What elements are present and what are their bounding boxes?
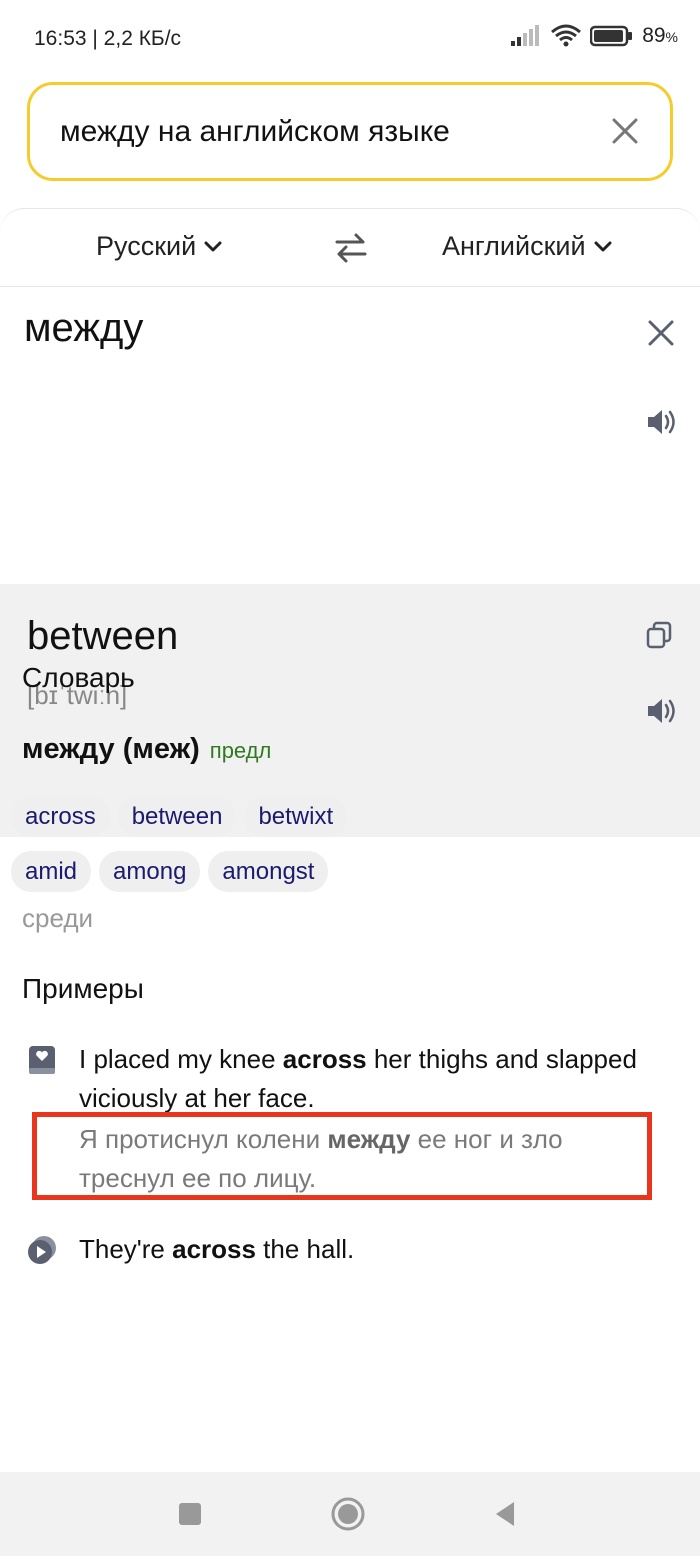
dictionary-entry: между (меж) предл <box>22 733 271 766</box>
status-time-speed: 16:53 | 2,2 КБ/с <box>34 27 182 50</box>
back-icon[interactable] <box>488 1496 524 1532</box>
language-bar: Русский Английский <box>0 209 700 287</box>
book-icon <box>29 1046 55 1074</box>
battery-level: 89% <box>642 24 678 47</box>
translation-chip[interactable]: amongst <box>208 851 329 892</box>
translation-chip[interactable]: across <box>11 796 110 837</box>
entry-word: между (меж) <box>22 733 200 765</box>
status-bar: 16:53 | 2,2 КБ/с 89% <box>0 0 700 80</box>
examples-heading: Примеры <box>22 973 144 1004</box>
target-language-label: Английский <box>442 231 586 261</box>
speaker-icon[interactable] <box>646 697 678 725</box>
example-english: They're across the hall. <box>79 1234 355 1264</box>
translation-chip[interactable]: among <box>99 851 201 892</box>
translation-chips: across between betwixt <box>11 796 348 837</box>
dictionary-heading: Словарь <box>22 662 135 693</box>
chevron-down-icon <box>594 241 612 251</box>
example-russian: Я протиснул колени между ее ног и зло тр… <box>79 1124 563 1193</box>
recent-apps-icon[interactable] <box>172 1496 208 1532</box>
video-icon <box>28 1236 56 1264</box>
target-language-select[interactable]: Английский <box>442 231 612 262</box>
example-english: I placed my knee across her thighs and s… <box>79 1044 637 1113</box>
meaning-note: среди <box>22 903 94 933</box>
source-text-input[interactable]: между <box>24 306 143 351</box>
translation-chip[interactable]: between <box>117 796 237 837</box>
source-language-label: Русский <box>96 231 197 261</box>
search-input[interactable]: между на английском языке <box>27 82 673 181</box>
translation-chips: amid among amongst <box>11 851 329 892</box>
signal-icon <box>511 25 540 46</box>
translation-chip[interactable]: amid <box>11 851 92 892</box>
part-of-speech: предл <box>209 738 272 763</box>
swap-languages-icon[interactable] <box>334 231 368 265</box>
battery-icon <box>590 25 633 47</box>
status-icons: 89% <box>510 24 678 48</box>
translator-card: Русский Английский между between [bɪˈtwi… <box>0 208 700 1472</box>
translation-chip[interactable]: betwixt <box>244 796 348 837</box>
clear-search-icon[interactable] <box>610 116 640 146</box>
home-icon[interactable] <box>330 1496 366 1532</box>
search-query[interactable]: между на английском языке <box>60 115 450 149</box>
system-navigation-bar <box>0 1472 700 1556</box>
copy-icon[interactable] <box>646 621 672 649</box>
wifi-icon <box>551 24 582 47</box>
translation-text: between <box>27 614 179 658</box>
chevron-down-icon <box>204 241 222 251</box>
source-language-select[interactable]: Русский <box>96 231 222 262</box>
speaker-icon[interactable] <box>646 408 678 436</box>
clear-source-icon[interactable] <box>648 320 674 346</box>
